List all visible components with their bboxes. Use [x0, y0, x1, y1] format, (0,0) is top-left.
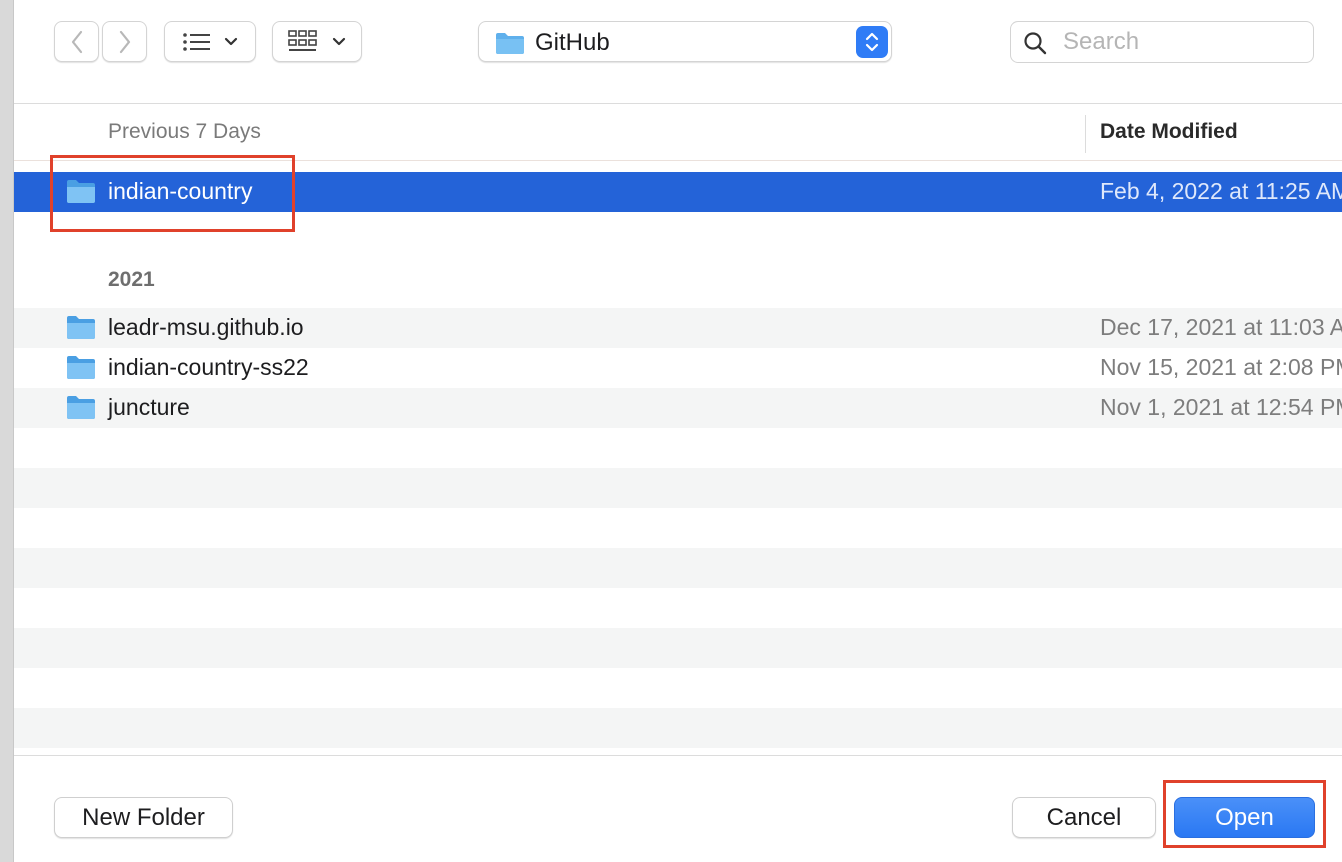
empty-row — [14, 548, 1342, 588]
empty-row — [14, 468, 1342, 508]
search-icon — [1024, 32, 1047, 55]
grid-icon — [288, 29, 317, 51]
forward-button[interactable] — [102, 21, 147, 62]
group-label-2021: 2021 — [108, 268, 155, 291]
file-name: juncture — [108, 394, 190, 420]
file-list: Previous 7 Days Date Modified indian-cou… — [14, 105, 1342, 755]
folder-icon — [66, 178, 96, 209]
search-field[interactable] — [1010, 21, 1314, 63]
back-button[interactable] — [54, 21, 99, 62]
column-divider[interactable] — [1085, 115, 1086, 153]
grid-view-button[interactable] — [272, 21, 362, 62]
open-button[interactable]: Open — [1174, 797, 1315, 838]
column-header: Previous 7 Days Date Modified — [14, 105, 1342, 161]
date-modified-column-header[interactable]: Date Modified — [1100, 120, 1238, 144]
file-name: indian-country-ss22 — [108, 354, 309, 380]
file-name: indian-country — [108, 178, 253, 204]
location-popup[interactable]: GitHub — [478, 21, 892, 62]
file-date: Dec 17, 2021 at 11:03 AM — [1100, 314, 1342, 340]
file-row-indian-country[interactable]: indian-country Feb 4, 2022 at 11:25 AM — [14, 172, 1342, 212]
dialog-footer: New Folder Cancel Open — [14, 755, 1342, 862]
file-row-leadr-msu-github-io[interactable]: leadr-msu.github.io Dec 17, 2021 at 11:0… — [14, 308, 1342, 348]
file-date: Feb 4, 2022 at 11:25 AM — [1100, 178, 1342, 204]
empty-row — [14, 708, 1342, 748]
folder-icon — [66, 354, 96, 385]
folder-icon — [66, 314, 96, 345]
window-edge — [0, 0, 14, 862]
chevron-down-icon — [224, 37, 238, 45]
new-folder-button[interactable]: New Folder — [54, 797, 233, 838]
file-date: Nov 15, 2021 at 2:08 PM — [1100, 354, 1342, 380]
up-down-stepper-icon[interactable] — [856, 26, 888, 58]
file-row-juncture[interactable]: juncture Nov 1, 2021 at 12:54 PM — [14, 388, 1342, 428]
search-input[interactable] — [1063, 28, 1303, 56]
chevron-down-icon — [332, 37, 346, 45]
list-icon — [183, 32, 210, 51]
toolbar: GitHub — [14, 0, 1342, 104]
folder-icon — [495, 31, 525, 60]
empty-row — [14, 628, 1342, 668]
chevron-right-icon — [119, 30, 130, 53]
group-label-previous-7-days: Previous 7 Days — [108, 120, 261, 143]
folder-icon — [66, 394, 96, 425]
file-date: Nov 1, 2021 at 12:54 PM — [1100, 394, 1342, 420]
location-label: GitHub — [535, 29, 610, 56]
chevron-left-icon — [71, 30, 82, 53]
cancel-button[interactable]: Cancel — [1012, 797, 1156, 838]
list-view-button[interactable] — [164, 21, 256, 62]
file-row-indian-country-ss22[interactable]: indian-country-ss22 Nov 15, 2021 at 2:08… — [14, 348, 1342, 388]
file-name: leadr-msu.github.io — [108, 314, 304, 340]
